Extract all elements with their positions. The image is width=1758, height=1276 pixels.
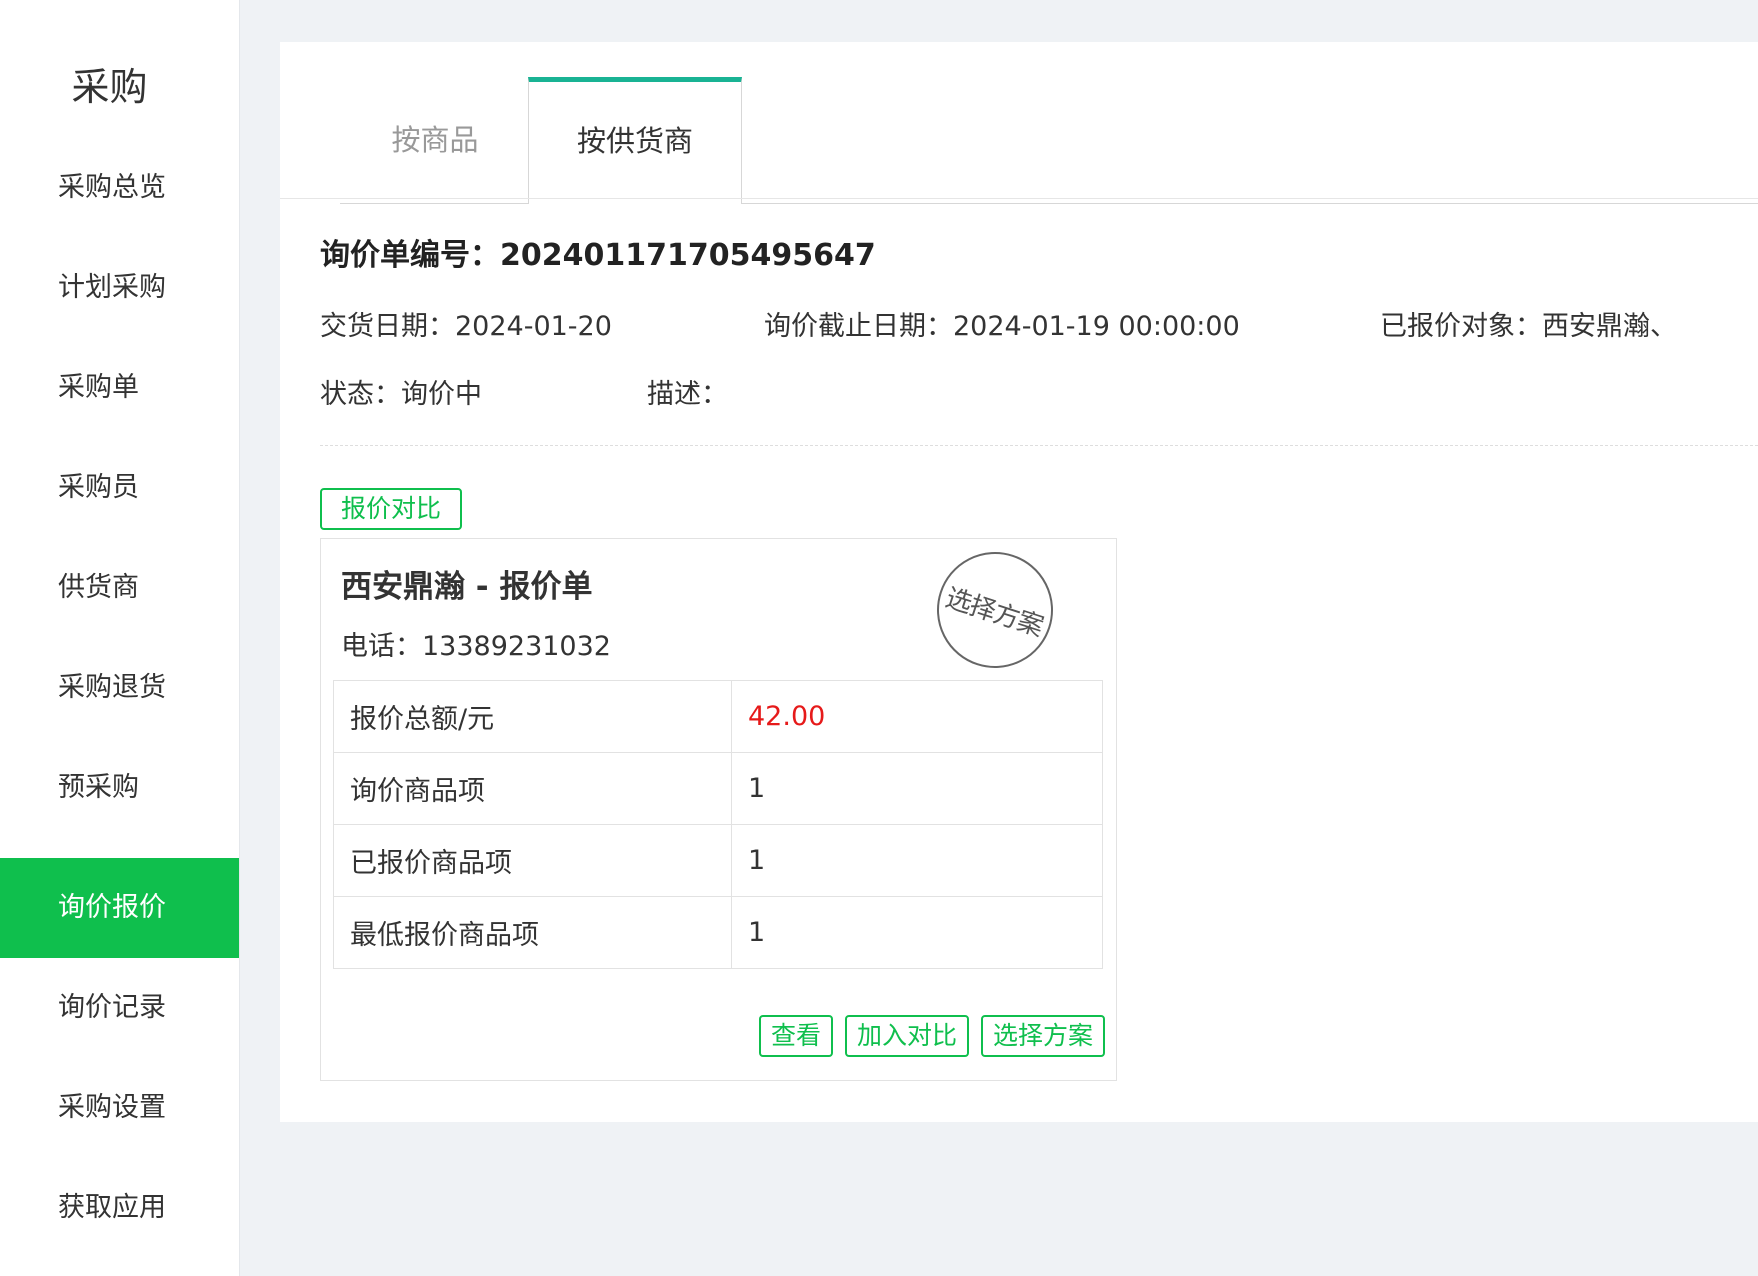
sidebar-item-suppliers[interactable]: 供货商 bbox=[0, 538, 239, 638]
sidebar-item-inquiry-records[interactable]: 询价记录 bbox=[0, 958, 239, 1058]
sidebar-item-buyers[interactable]: 采购员 bbox=[0, 438, 239, 538]
quoted-suppliers-value: 西安鼎瀚、 bbox=[1542, 311, 1677, 342]
inquiry-description-label: 描述： bbox=[647, 379, 728, 410]
quote-card: 西安鼎瀚 - 报价单 电话：13389231032 选择方案 报价总额/元 42… bbox=[320, 536, 1117, 1081]
quoted-suppliers-label: 已报价对象： bbox=[1380, 311, 1542, 342]
delivery-date-value: 2024-01-20 bbox=[455, 311, 612, 342]
inquiry-number: 询价单编号：202401171705495647 bbox=[320, 230, 876, 274]
row-label: 询价商品项 bbox=[333, 752, 732, 825]
inquiry-number-value: 202401171705495647 bbox=[500, 238, 876, 273]
sidebar-item-get-apps[interactable]: 获取应用 bbox=[0, 1158, 239, 1258]
row-label: 最低报价商品项 bbox=[333, 896, 732, 969]
inquiry-deadline-label: 询价截止日期： bbox=[764, 311, 953, 342]
quote-compare-button[interactable]: 报价对比 bbox=[320, 488, 462, 530]
table-row: 询价商品项 1 bbox=[333, 752, 1103, 825]
row-value: 1 bbox=[731, 896, 1103, 969]
sidebar-item-pre-purchase[interactable]: 预采购 bbox=[0, 738, 239, 838]
quote-card-actions: 查看 加入对比 选择方案 bbox=[758, 1015, 1105, 1057]
quote-total-value: 42.00 bbox=[731, 680, 1103, 753]
table-row: 最低报价商品项 1 bbox=[333, 896, 1103, 969]
inquiry-description: 描述： bbox=[647, 372, 728, 411]
quote-card-title: 西安鼎瀚 - 报价单 bbox=[341, 569, 593, 605]
table-row: 已报价商品项 1 bbox=[333, 824, 1103, 897]
sidebar-item-overview[interactable]: 采购总览 bbox=[0, 138, 239, 238]
select-plan-stamp: 选择方案 bbox=[921, 536, 1069, 684]
sidebar-item-inquiry-quote[interactable]: 询价报价 bbox=[0, 858, 239, 958]
inquiry-status-value: 询价中 bbox=[401, 379, 482, 410]
inquiry-deadline: 询价截止日期：2024-01-19 00:00:00 bbox=[764, 304, 1240, 343]
row-label: 报价总额/元 bbox=[333, 680, 732, 753]
add-compare-button[interactable]: 加入对比 bbox=[844, 1015, 969, 1057]
inquiry-deadline-value: 2024-01-19 00:00:00 bbox=[953, 311, 1240, 342]
sidebar-item-purchase-order[interactable]: 采购单 bbox=[0, 338, 239, 438]
table-row: 报价总额/元 42.00 bbox=[333, 680, 1103, 753]
sidebar-title: 采购 bbox=[71, 65, 148, 109]
view-button[interactable]: 查看 bbox=[758, 1015, 833, 1057]
tab-by-supplier[interactable]: 按供货商 bbox=[528, 77, 742, 204]
main-panel: 按商品 按供货商 询价单编号：202401171705495647 交货日期：2… bbox=[280, 42, 1758, 1122]
supplier-phone-value: 13389231032 bbox=[422, 631, 611, 662]
inquiry-status: 状态：询价中 bbox=[320, 372, 482, 411]
select-plan-button[interactable]: 选择方案 bbox=[980, 1015, 1105, 1057]
header-divider bbox=[280, 198, 1758, 199]
section-divider bbox=[320, 445, 1758, 446]
row-value: 1 bbox=[731, 824, 1103, 897]
supplier-phone: 电话：13389231032 bbox=[341, 624, 611, 663]
sidebar-item-plan-purchase[interactable]: 计划采购 bbox=[0, 238, 239, 338]
delivery-date: 交货日期：2024-01-20 bbox=[320, 304, 612, 343]
sidebar-item-settings[interactable]: 采购设置 bbox=[0, 1058, 239, 1158]
inquiry-number-label: 询价单编号： bbox=[320, 238, 500, 273]
row-label: 已报价商品项 bbox=[333, 824, 732, 897]
tab-bar: 按商品 按供货商 bbox=[340, 77, 1758, 204]
quote-summary-table: 报价总额/元 42.00 询价商品项 1 已报价商品项 1 最低报价商品项 1 bbox=[333, 680, 1103, 969]
sidebar-item-returns[interactable]: 采购退货 bbox=[0, 638, 239, 738]
delivery-date-label: 交货日期： bbox=[320, 311, 455, 342]
supplier-phone-label: 电话： bbox=[341, 631, 422, 662]
tab-by-product[interactable]: 按商品 bbox=[340, 77, 530, 204]
sidebar: 采购 采购总览 计划采购 采购单 采购员 供货商 采购退货 预采购 询价报价 询… bbox=[0, 0, 240, 1276]
quoted-suppliers: 已报价对象：西安鼎瀚、 bbox=[1380, 304, 1677, 343]
inquiry-status-label: 状态： bbox=[320, 379, 401, 410]
row-value: 1 bbox=[731, 752, 1103, 825]
